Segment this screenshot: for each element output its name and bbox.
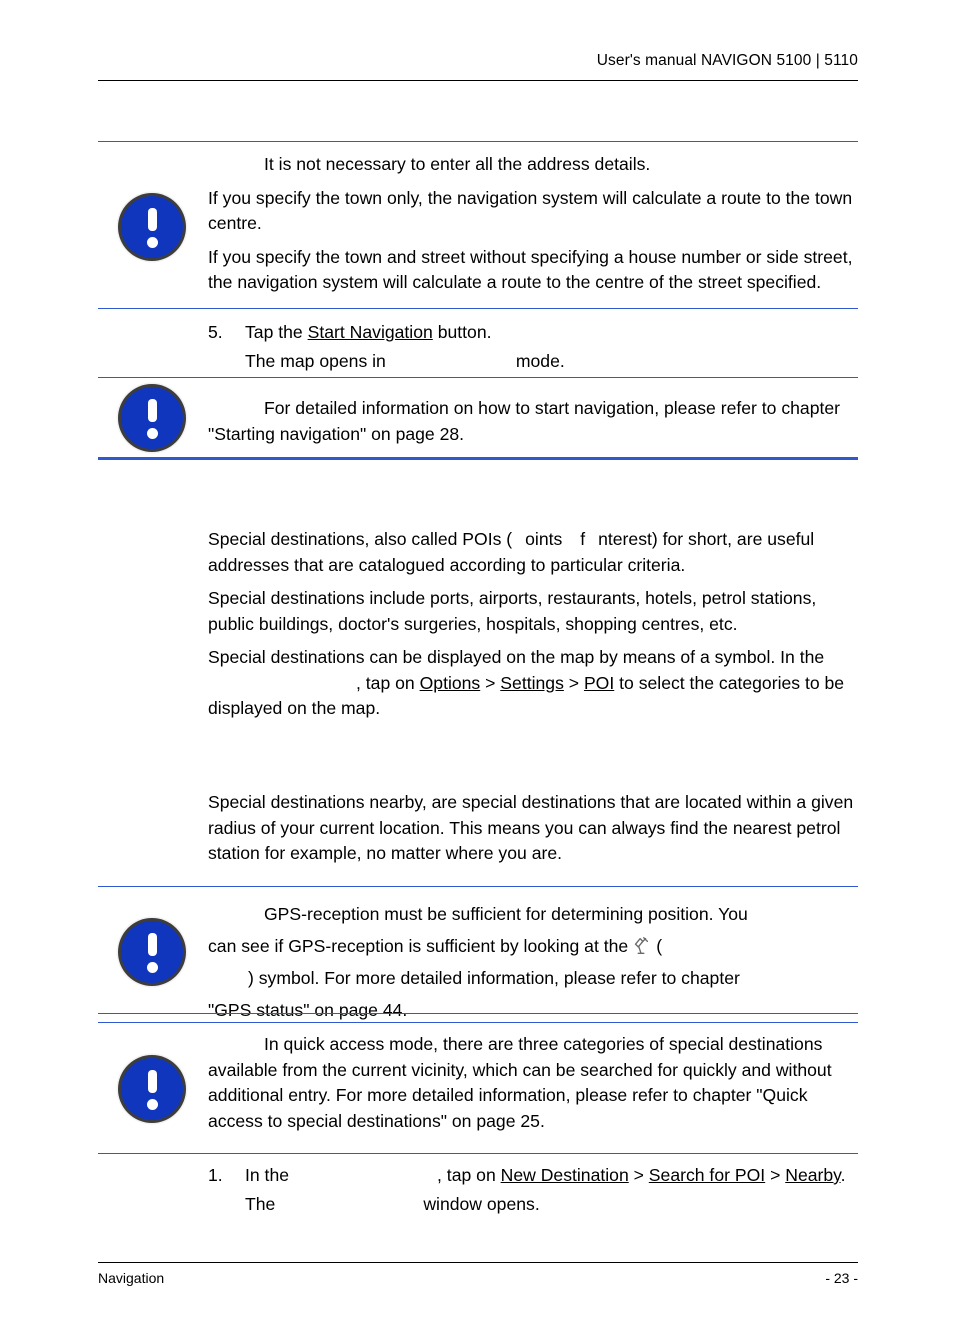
step-1-period: . (840, 1165, 846, 1185)
poi-paragraph-1-part1: Special destinations, also called POIs ( (208, 529, 513, 549)
poi-separator-1: > (485, 672, 496, 693)
step-5-result-before: The map opens in (245, 351, 386, 371)
divider-note-gps-top (98, 886, 858, 887)
document-page: User's manual NAVIGON 5100 | 5110 It is … (0, 0, 954, 1344)
poi-paragraph-3-part2: , tap on (356, 672, 415, 693)
note-gps-line-3: ) symbol. For more detailed information,… (248, 968, 740, 988)
poi-section-text: Special destinations, also called POIs (… (208, 527, 856, 722)
start-navigation-button-link[interactable]: Start Navigation (308, 322, 433, 342)
note-exclamation-icon (121, 921, 183, 983)
note-exclamation-icon (121, 196, 183, 258)
note-address-details-text: It is not necessary to enter all the add… (208, 152, 856, 296)
gps-satellite-icon (630, 935, 652, 957)
poi-paragraph-1-part2: oints (525, 529, 563, 549)
footer-section-label: Navigation (98, 1270, 165, 1286)
page-header-title: User's manual NAVIGON 5100 | 5110 (596, 52, 858, 69)
step-5-body: Tap the Start Navigation button. (245, 318, 856, 347)
poi-paragraph-1: Special destinations, also called POIs (… (208, 527, 856, 578)
note-gps-line-2-after: ( (656, 936, 663, 956)
divider-note-gps-bottom (98, 1013, 858, 1014)
step-1-row: 1. In the , tap on New Destination > Sear… (208, 1161, 856, 1190)
step-5: 5. Tap the Start Navigation button. The … (208, 318, 856, 376)
nearby-paragraph: Special destinations nearby, are special… (208, 792, 854, 863)
note-gps-line-2: can see if GPS-reception is sufficient b… (208, 930, 856, 962)
step-1: 1. In the , tap on New Destination > Sear… (208, 1161, 856, 1219)
note-address-paragraph-2: If you specify the town only, the naviga… (208, 187, 853, 234)
nearby-link[interactable]: Nearby (785, 1165, 840, 1185)
search-for-poi-link[interactable]: Search for POI (649, 1165, 765, 1185)
footer-divider (98, 1262, 858, 1263)
note-exclamation-icon (121, 1058, 183, 1120)
step-1-result: The window opens. (245, 1190, 856, 1219)
step-1-lead: In the (245, 1165, 290, 1185)
step-1-result-before: The (245, 1194, 276, 1214)
note-quick-access-paragraph: In quick access mode, there are three ca… (208, 1034, 832, 1131)
step-1-separator-2: > (770, 1165, 781, 1185)
note-gps-line-2-before: can see if GPS-reception is sufficient b… (208, 936, 629, 956)
divider-note-address-top (98, 141, 858, 142)
divider-section-break-poi (98, 457, 858, 460)
step-1-number: 1. (208, 1165, 223, 1185)
step-5-number: 5. (208, 322, 223, 342)
step-5-lead: Tap the (245, 322, 303, 342)
step-1-body: In the , tap on New Destination > Search … (245, 1161, 856, 1190)
options-link[interactable]: Options (420, 673, 481, 693)
note-address-paragraph-3: If you specify the town and street witho… (208, 246, 853, 293)
divider-note-quick-access-top (98, 1022, 858, 1023)
nearby-section-text: Special destinations nearby, are special… (208, 790, 856, 867)
step-5-result-after: mode. (515, 351, 565, 371)
note-start-navigation-paragraph: For detailed information on how to start… (208, 398, 841, 444)
step-1-mid: , tap on (437, 1165, 496, 1185)
settings-link[interactable]: Settings (500, 673, 564, 693)
note-gps-reception-text: GPS-reception must be sufficient for det… (208, 898, 856, 1026)
poi-paragraph-3: Special destinations can be displayed on… (208, 645, 856, 722)
poi-paragraph-1-part3: f (580, 529, 586, 549)
footer-page-number: - 23 - (825, 1270, 858, 1286)
divider-note-quick-access-bottom (98, 1153, 858, 1154)
note-quick-access-text: In quick access mode, there are three ca… (208, 1032, 856, 1134)
new-destination-link[interactable]: New Destination (501, 1165, 629, 1185)
note-exclamation-icon (121, 387, 183, 449)
poi-link[interactable]: POI (584, 673, 614, 693)
divider-note-start-navigation-top (98, 377, 858, 378)
step-1-result-after: window opens. (423, 1194, 540, 1214)
note-address-paragraph-1: It is not necessary to enter all the add… (264, 154, 651, 174)
step-5-trail: button. (437, 322, 492, 342)
step-5-row: 5. Tap the Start Navigation button. (208, 318, 856, 347)
step-1-separator-1: > (633, 1165, 644, 1185)
note-start-navigation-text: For detailed information on how to start… (208, 396, 856, 447)
poi-paragraph-3-part1: Special destinations can be displayed on… (208, 647, 825, 667)
divider-note-address-bottom (98, 308, 858, 309)
note-gps-line-1: GPS-reception must be sufficient for det… (264, 904, 748, 924)
poi-separator-2: > (568, 672, 580, 693)
step-5-result: The map opens in mode. (245, 347, 856, 376)
header-divider (98, 80, 858, 81)
poi-paragraph-2: Special destinations include ports, airp… (208, 588, 817, 634)
